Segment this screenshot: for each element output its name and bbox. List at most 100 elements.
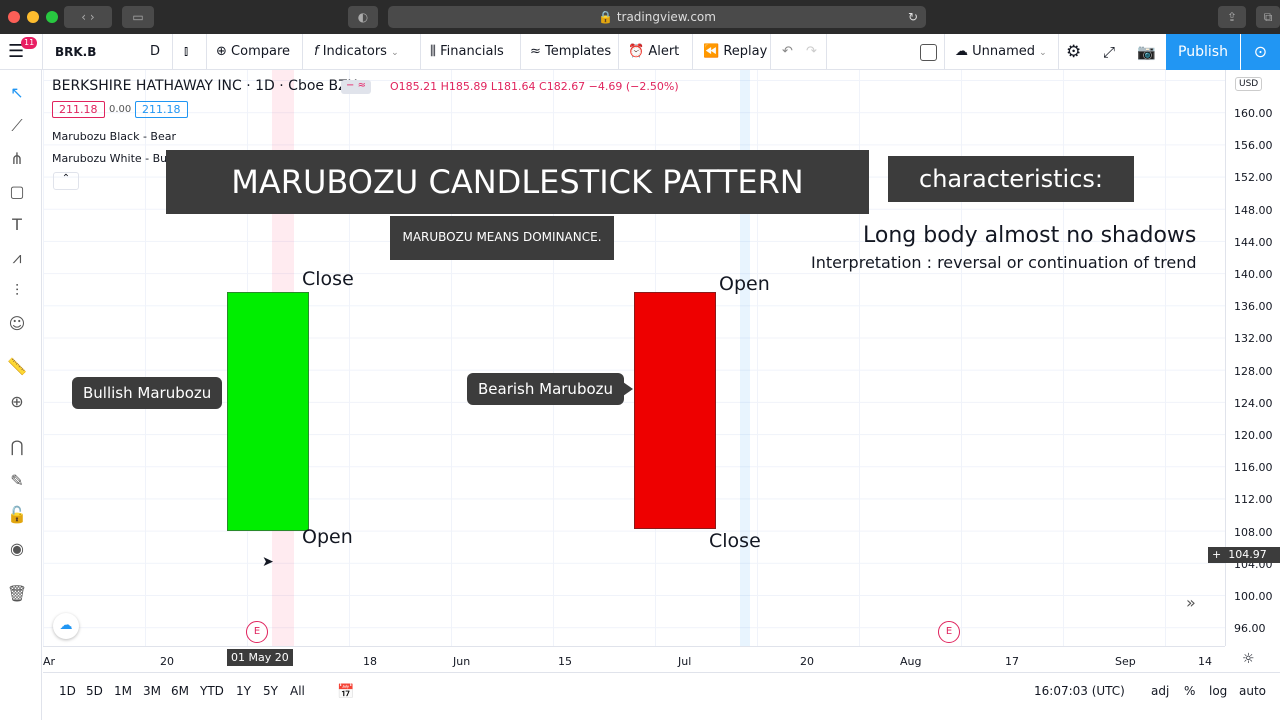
zoom-icon[interactable]: ⊕ [6,391,28,413]
price-tick: 160.00 [1234,107,1273,120]
symbol-search[interactable]: BRK.B [55,34,96,70]
crosshair-price-label: + 104.97 [1208,547,1280,563]
tabs-icon[interactable]: ⧉ [1256,6,1280,28]
price-tick: 116.00 [1234,461,1273,475]
fullscreen-icon[interactable]: ⤢ [1103,34,1115,70]
chart-area[interactable]: BERKSHIRE HATHAWAY INC · 1D · Cboe BZX −… [43,70,1225,646]
collapse-legend-button[interactable]: ⌃ [53,172,79,190]
price-tick: 136.00 [1234,300,1273,314]
compare-label: Compare [231,44,291,59]
eye-icon[interactable]: ◉ [6,538,28,560]
reload-icon[interactable]: ↻ [908,6,918,28]
auto-toggle[interactable]: auto [1239,684,1266,698]
indicators-button[interactable]: f Indicators ⌄ [314,34,399,70]
date-range-icon[interactable]: 📅 [337,684,354,700]
alarm-clock-icon: ⏰ [628,44,645,59]
save-layout-button[interactable]: ☁ Unnamed ⌄ [955,34,1047,70]
trend-line-icon[interactable]: ⟋ [6,115,28,137]
range-button[interactable]: YTD [200,684,224,698]
alert-button[interactable]: ⏰ Alert [628,34,679,70]
range-button[interactable]: 3M [143,684,161,698]
address-bar[interactable]: 🔒 tradingview.com ↻ [388,6,926,28]
templates-icon: ≈ [530,44,541,59]
undo-icon[interactable]: ↶ [782,34,793,70]
financials-button[interactable]: ⫼ Financials [430,34,504,70]
range-button[interactable]: 1Y [236,684,251,698]
range-button[interactable]: All [290,684,305,698]
time-tick: 17 [1005,655,1019,668]
indicator-legend[interactable]: Marubozu White - Bull [52,152,173,165]
overlay-title: MARUBOZU CANDLESTICK PATTERN [166,150,869,214]
ask-price[interactable]: 211.18 [135,101,188,118]
settings-icon[interactable]: ☼ [1242,651,1255,667]
minimize-window-button[interactable] [27,11,39,23]
price-tick: 120.00 [1234,429,1273,442]
clock[interactable]: 16:07:03 (UTC) [1034,684,1125,698]
price-tick: 100.00 [1234,590,1273,603]
time-axis[interactable]: Ar 20 18 Jun 15 Jul 20 Aug 17 Sep 14 01 May 20 ☼ [43,646,1255,672]
play-circle-icon[interactable]: ⊙ [1241,34,1280,70]
earnings-marker[interactable]: E [938,621,960,643]
templates-button[interactable]: ≈ Templates [530,34,611,70]
indicator-legend[interactable]: Marubozu Black - Bear [52,130,176,143]
earnings-marker[interactable]: E [246,621,268,643]
range-button[interactable]: 1D [59,684,76,698]
range-button[interactable]: 5Y [263,684,278,698]
price-tick: 124.00 [1234,396,1273,410]
bullish-candle [227,292,309,531]
range-button[interactable]: 1M [114,684,132,698]
redo-icon[interactable]: ↷ [806,34,817,70]
pattern-icon[interactable]: ⩘ [6,247,28,269]
price-axis[interactable]: USD 160.00 156.00 152.00 148.00 144.00 140.00… [1208,70,1280,646]
replay-button[interactable]: ⏪ Replay [703,34,767,70]
emoji-icon[interactable]: ☺ [6,313,28,335]
publish-button[interactable]: Publish [1166,34,1240,70]
financials-label: Financials [440,44,504,59]
back-forward-buttons[interactable]: ‹ › [64,6,112,28]
ruler-icon[interactable]: 📏 [6,356,28,378]
time-tick: Jul [678,655,692,668]
adj-toggle[interactable]: adj [1151,684,1169,698]
maximize-window-button[interactable] [46,11,58,23]
log-toggle[interactable]: log [1209,684,1227,698]
chart-type-icon[interactable]: ⫾ [184,34,188,70]
bull-open-label: Open [302,526,353,548]
lock-icon[interactable]: 🔓 [6,504,28,526]
gear-icon[interactable]: ⚙ [1066,34,1081,70]
compare-button[interactable]: ⊕ Compare [216,34,290,70]
text-icon[interactable]: T [6,214,28,236]
currency-label[interactable]: USD [1235,77,1263,91]
price-tick: 140.00 [1234,268,1273,281]
interval-button[interactable]: D [150,34,160,70]
layout-icon[interactable] [920,44,937,61]
lock-drawing-icon[interactable]: ✎ [6,470,28,492]
share-icon[interactable]: ⇪ [1218,6,1246,28]
scroll-right-icon[interactable]: » [1186,593,1196,612]
range-button[interactable]: 5D [86,684,103,698]
indicators-label: Indicators [322,44,387,59]
sidebar-toggle-icon[interactable]: ▭ [122,6,154,28]
price-tick: 108.00 [1234,525,1273,539]
range-button[interactable]: 6M [171,684,189,698]
trash-icon[interactable]: 🗑 [6,583,28,605]
legend-toggle[interactable]: − ≈ [341,80,371,94]
rectangle-icon[interactable]: ▢ [6,181,28,203]
magnet-icon[interactable]: ⋂ [6,436,28,458]
close-window-button[interactable] [8,11,20,23]
camera-icon[interactable]: 📷 [1137,34,1156,70]
prediction-icon[interactable]: ⫶ [6,280,28,302]
percent-toggle[interactable]: % [1184,684,1195,698]
price-tick: 112.00 [1234,493,1273,507]
tradingview-logo-icon[interactable]: ☁ [53,613,79,639]
pitchfork-icon[interactable]: ⋔ [6,148,28,170]
bar-chart-icon: ⫼ [430,44,436,59]
time-tick: 20 [160,655,174,668]
templates-label: Templates [545,44,612,59]
legend-title: BERKSHIRE HATHAWAY INC · 1D · Cboe BZX [52,78,358,94]
bid-price[interactable]: 211.18 [52,101,105,118]
rewind-icon: ⏪ [703,44,720,59]
shield-icon[interactable]: ◐ [348,6,378,28]
bull-close-label: Close [302,268,354,290]
cursor-icon[interactable]: ↖ [6,82,28,104]
price-tick: 96.00 [1234,622,1266,636]
